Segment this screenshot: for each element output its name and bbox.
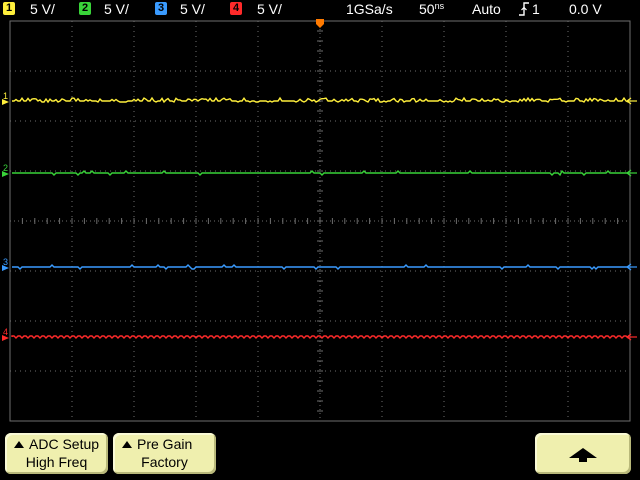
channel-ground-marker-label: 4 [3, 327, 8, 337]
channel-1-badge[interactable]: 1 [3, 2, 15, 15]
trace-ch2 [12, 169, 628, 177]
channel-ground-marker-label: 3 [3, 257, 8, 267]
channel-4-badge[interactable]: 4 [230, 2, 242, 15]
waveform-graticule: 1 2 3 4 [2, 19, 637, 422]
channel-1-scale[interactable]: 5 V/ [30, 1, 55, 17]
softkey-label: ADC Setup [29, 436, 100, 452]
trigger-edge-icon[interactable] [518, 1, 530, 20]
timebase-value[interactable]: 50ns [419, 1, 445, 17]
back-softkey[interactable] [535, 433, 631, 474]
channel-2-scale[interactable]: 5 V/ [104, 1, 129, 17]
timebase-number: 50 [419, 1, 435, 17]
sample-rate: 1GSa/s [346, 1, 393, 17]
channel-3-badge[interactable]: 3 [155, 2, 167, 15]
trigger-mode[interactable]: Auto [472, 1, 501, 17]
channel-3-scale[interactable]: 5 V/ [180, 1, 205, 17]
channel-4-scale[interactable]: 5 V/ [257, 1, 282, 17]
timebase-unit: ns [434, 1, 445, 11]
channel-ground-marker-label: 1 [3, 91, 8, 101]
status-bar: 1 5 V/ 2 5 V/ 3 5 V/ 4 5 V/ 1GSa/s 50ns … [0, 0, 640, 19]
adc-setup-softkey[interactable]: ADC Setup High Freq [5, 433, 108, 474]
channel-ground-marker-label: 2 [3, 163, 8, 173]
trigger-level[interactable]: 0.0 V [569, 1, 602, 17]
softkey-up-icon [14, 441, 24, 448]
trigger-source: 1 [532, 1, 540, 17]
pre-gain-softkey[interactable]: Pre Gain Factory [113, 433, 216, 474]
trigger-position-marker [316, 19, 324, 28]
softkey-bar: ADC Setup High Freq Pre Gain Factory [0, 426, 640, 480]
softkey-value: Factory [141, 454, 188, 470]
softkey-up-icon [122, 441, 132, 448]
softkey-value: High Freq [25, 454, 88, 470]
channel-2-badge[interactable]: 2 [79, 2, 91, 15]
waveform-display[interactable]: 1 2 3 4 [0, 19, 640, 426]
softkey-label: Pre Gain [137, 436, 193, 452]
up-arrow-icon [569, 448, 597, 462]
